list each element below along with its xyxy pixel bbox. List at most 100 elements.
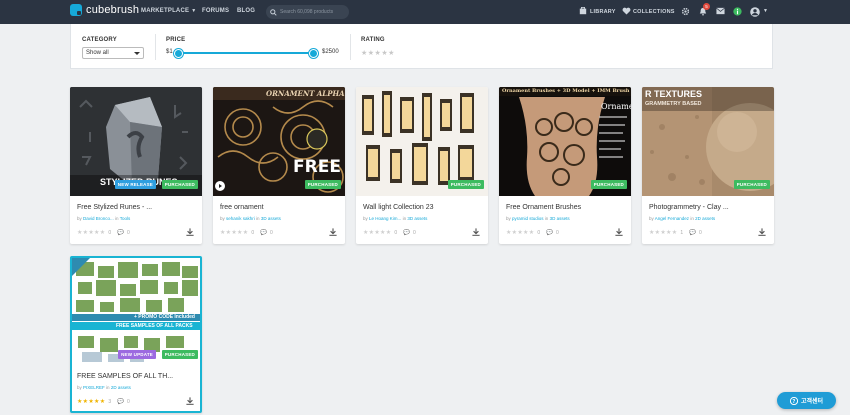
product-title[interactable]: Free Ornament Brushes bbox=[506, 204, 581, 211]
product-title[interactable]: free ornament bbox=[220, 204, 264, 211]
rating-filter-stars[interactable]: ★★★★★ bbox=[361, 49, 395, 57]
product-card[interactable]: PURCHASED Wall light Collection 23 by Le… bbox=[356, 87, 488, 244]
mail-icon[interactable] bbox=[716, 7, 725, 15]
category-link[interactable]: 3D assets bbox=[261, 216, 281, 221]
nav-blog[interactable]: BLOG bbox=[237, 8, 255, 14]
product-title[interactable]: Photogrammetry - Clay ... bbox=[649, 204, 729, 211]
price-slider-track[interactable] bbox=[175, 52, 315, 54]
rating-stars: ★★★★★ bbox=[220, 230, 249, 236]
rating-count: 0 bbox=[251, 229, 255, 236]
category-link[interactable]: Tools bbox=[120, 216, 131, 221]
search-icon bbox=[270, 8, 277, 16]
customer-service-button[interactable]: ? 고객센터 bbox=[777, 392, 836, 409]
cubebrush-logo[interactable]: cubebrush bbox=[70, 4, 139, 16]
rating-count: 0 bbox=[537, 229, 541, 236]
category-label: CATEGORY bbox=[82, 37, 117, 43]
download-icon[interactable] bbox=[472, 228, 480, 236]
product-thumbnail[interactable]: R TEXTURES GRAMMETRY BASED PURCHASED bbox=[642, 87, 774, 196]
product-title[interactable]: FREE SAMPLES OF ALL TH... bbox=[77, 373, 173, 380]
category-link[interactable]: 3D assets bbox=[407, 216, 427, 221]
author-link[interactable]: sehanik sakhri bbox=[226, 216, 255, 221]
purchased-badge: PURCHASED bbox=[733, 180, 770, 189]
heart-icon[interactable] bbox=[622, 7, 631, 15]
new-release-badge: NEW RELEASE bbox=[114, 180, 156, 189]
product-title[interactable]: Wall light Collection 23 bbox=[363, 204, 434, 211]
chevron-down-icon bbox=[134, 52, 140, 55]
promo-code-text: + PROMO CODE Included bbox=[134, 314, 195, 320]
comment-count: 0 bbox=[270, 229, 273, 236]
logo-text: cubebrush bbox=[86, 4, 140, 16]
rating-stars: ★★★★★ bbox=[649, 230, 678, 236]
comment-count: 0 bbox=[556, 229, 559, 236]
in-label: in bbox=[106, 385, 110, 390]
thumbnail-overlay-text: ORNAMENT ALPHA bbox=[266, 89, 345, 98]
user-menu-chevron-icon[interactable]: ▼ bbox=[763, 8, 768, 14]
category-link[interactable]: 3D assets bbox=[550, 216, 570, 221]
price-slider-max-handle[interactable] bbox=[309, 48, 318, 58]
product-card[interactable]: R TEXTURES GRAMMETRY BASED PURCHASED Pho… bbox=[642, 87, 774, 244]
purchased-badge: PURCHASED bbox=[590, 180, 627, 189]
product-thumbnail[interactable]: + PROMO CODE Included FREE SAMPLES OF AL… bbox=[72, 258, 200, 365]
library-link[interactable]: LIBRARY bbox=[590, 9, 616, 15]
product-thumbnail[interactable]: PURCHASED bbox=[356, 87, 488, 196]
product-stats: ★★★★★ 1 💬 0 bbox=[649, 229, 702, 237]
category-link[interactable]: 2D assets bbox=[695, 216, 715, 221]
download-icon[interactable] bbox=[758, 228, 766, 236]
svg-text:?: ? bbox=[793, 398, 796, 404]
comment-count: 0 bbox=[413, 229, 416, 236]
product-stats: ★★★★★ 0 💬 0 bbox=[363, 229, 416, 237]
product-stats: ★★★★★ 0 💬 0 bbox=[77, 229, 130, 237]
help-icon: ? bbox=[789, 396, 798, 405]
search-input[interactable] bbox=[280, 9, 346, 15]
download-icon[interactable] bbox=[186, 397, 194, 405]
comment-icon: 💬 bbox=[403, 229, 411, 236]
author-link[interactable]: David Bronco... bbox=[83, 216, 114, 221]
product-title[interactable]: Free Stylized Runes - ... bbox=[77, 204, 152, 211]
author-link[interactable]: Le Hoang Kim... bbox=[369, 216, 401, 221]
product-thumbnail[interactable]: STYLIZED RUNES NEW RELEASE PURCHASED bbox=[70, 87, 202, 196]
download-icon[interactable] bbox=[615, 228, 623, 236]
collections-link[interactable]: COLLECTIONS bbox=[633, 9, 675, 15]
download-icon[interactable] bbox=[329, 228, 337, 236]
gear-icon[interactable] bbox=[681, 7, 690, 16]
product-byline: by PIXELREF in 2D assets bbox=[77, 385, 131, 390]
category-select-value: Show all bbox=[86, 50, 109, 56]
chevron-down-icon: ▼ bbox=[191, 8, 197, 14]
by-label: by bbox=[220, 216, 225, 221]
author-link[interactable]: Angel Fernandez bbox=[655, 216, 689, 221]
product-byline: by sehanik sakhri in 3D assets bbox=[220, 216, 281, 221]
comment-icon: 💬 bbox=[260, 229, 268, 236]
nav-marketplace[interactable]: MARKETPLACE ▼ bbox=[141, 8, 196, 14]
author-link[interactable]: pyramid studios bbox=[512, 216, 544, 221]
new-update-badge: NEW UPDATE bbox=[118, 350, 156, 359]
category-link[interactable]: 2D assets bbox=[111, 385, 131, 390]
author-link[interactable]: PIXELREF bbox=[83, 385, 105, 390]
svg-text:Orname: Orname bbox=[601, 102, 631, 111]
product-card[interactable]: + PROMO CODE Included FREE SAMPLES OF AL… bbox=[70, 256, 202, 413]
in-label: in bbox=[690, 216, 694, 221]
product-card[interactable]: Orname Ornament Brushes + 3D Model + IMM… bbox=[499, 87, 631, 244]
price-slider-min-handle[interactable] bbox=[174, 48, 183, 58]
by-label: by bbox=[649, 216, 654, 221]
nav-forums[interactable]: FORUMS bbox=[202, 8, 229, 14]
comment-count: 0 bbox=[127, 229, 130, 236]
product-thumbnail[interactable]: ORNAMENT ALPHA FREE PURCHASED bbox=[213, 87, 345, 196]
user-avatar-icon[interactable] bbox=[750, 7, 760, 17]
product-byline: by pyramid studios in 3D assets bbox=[506, 216, 570, 221]
cubebrush-logo-icon bbox=[70, 4, 82, 16]
library-icon[interactable] bbox=[579, 7, 587, 15]
info-icon[interactable] bbox=[733, 7, 742, 16]
download-icon[interactable] bbox=[186, 228, 194, 236]
price-label: PRICE bbox=[166, 37, 186, 43]
product-thumbnail[interactable]: Orname Ornament Brushes + 3D Model + IMM… bbox=[499, 87, 631, 196]
category-select[interactable]: Show all bbox=[82, 47, 144, 59]
product-byline: by Le Hoang Kim... in 3D assets bbox=[363, 216, 427, 221]
product-card[interactable]: STYLIZED RUNES NEW RELEASE PURCHASED Fre… bbox=[70, 87, 202, 244]
by-label: by bbox=[77, 385, 82, 390]
product-stats: ★★★★★ 0 💬 0 bbox=[220, 229, 273, 237]
rating-count: 3 bbox=[108, 398, 112, 405]
rating-stars: ★★★★★ bbox=[77, 399, 106, 405]
in-label: in bbox=[544, 216, 549, 221]
search-box[interactable] bbox=[266, 5, 349, 19]
product-card[interactable]: ORNAMENT ALPHA FREE PURCHASED free ornam… bbox=[213, 87, 345, 244]
